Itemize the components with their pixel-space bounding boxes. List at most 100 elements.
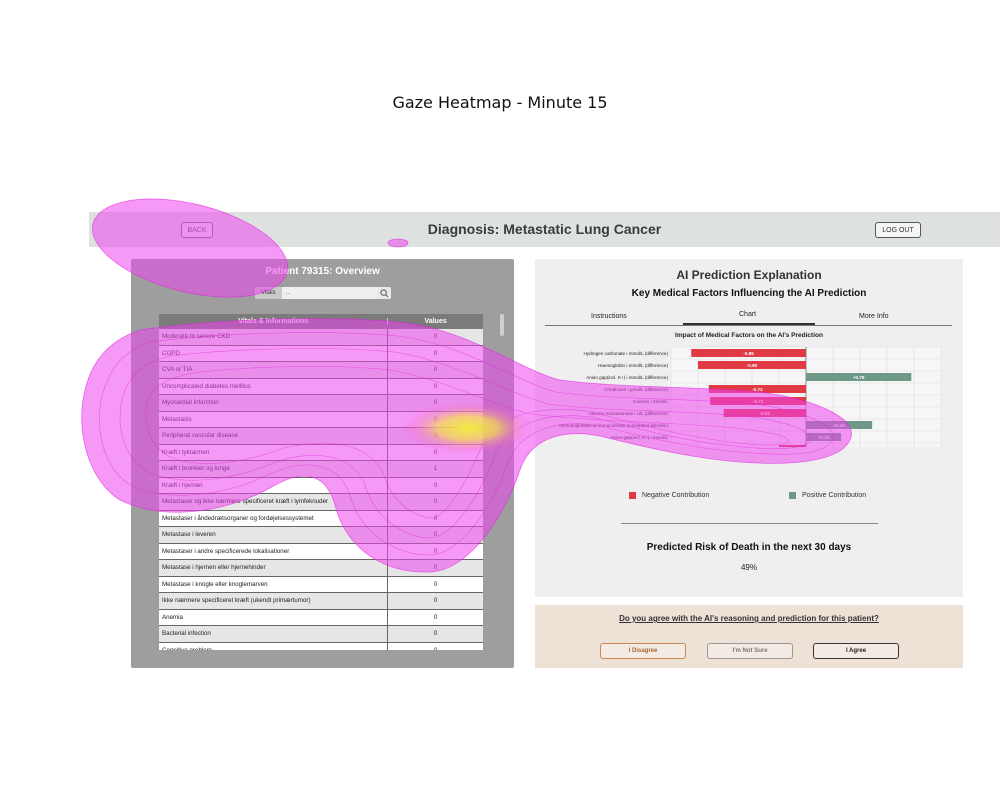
legend-label-positive: Positive Contribution [802,492,867,499]
header-bar: BACK Diagnosis: Metastatic Lung Cancer L… [89,212,1000,247]
agree-button[interactable]: I Agree [813,643,899,659]
row-value: 0 [433,366,438,374]
ai-panel-title: AI Prediction Explanation [676,268,822,282]
row-value: 0 [433,630,438,638]
row-value: 0 [433,432,438,440]
app-screenshot: BACK Diagnosis: Metastatic Lung Cancer L… [89,212,1000,672]
vitals-label[interactable]: Vitals [255,287,282,299]
row-value: 0 [433,399,438,407]
row-label: Peripheral vascular disease [159,428,389,444]
table-row: Anemia 0 [159,609,483,626]
row-label: Metastase i knogle eller knoglemarven [159,576,389,592]
row-value: 0 [433,564,438,572]
ai-tabs: Instructions Chart More Info [545,310,952,326]
bar-value-label: +0.49 [833,423,845,428]
table-row: Bacterial infection 0 [159,626,483,643]
table-row: Myocardial infarction 0 [159,395,483,412]
table-row: Metastase i knogle eller knoglemarven 0 [159,576,483,593]
patient-title: Patient 79315: Overview [265,266,380,277]
bar-value-label: +0.78 [853,375,865,380]
y-category-label: Anion gap(incl. K+) i mmol/L (difference… [586,375,668,380]
row-value: 0 [388,647,483,650]
not-sure-button[interactable]: I'm Not Sure [707,643,793,659]
table-row: Peripheral vascular disease 0 [159,428,483,445]
search-icon[interactable] [377,287,391,299]
tab-more-info[interactable]: More Info [859,313,889,320]
row-label: COPD [159,345,389,361]
y-category-label: Calcium i mmol/L [633,399,669,404]
table-row: Uncomplicated diabetes mellitus 0 [159,378,483,395]
row-value: 0 [433,333,438,341]
table-body: Moderate to severe CKD 0 COPD 0 CVA or TIA 0 U… [159,329,483,650]
table-row: CVA or TIA 0 [159,362,483,379]
table-scrollbar[interactable] [500,314,504,336]
factor-impact-chart: Impact of Medical Factors on the AI's Pr… [559,332,942,447]
vitals-table: Vitals & Informations Values Moderate to… [159,314,483,650]
legend-swatch-negative [629,492,636,499]
row-label: Metastasis [159,411,389,427]
row-value: 1 [433,465,438,473]
row-value: 0 [433,349,438,357]
tab-chart[interactable]: Chart [739,311,756,318]
row-label: Metastaser i andre specificerede lokalis… [159,543,389,559]
table-row: Metastase i hjernen eller hjernehinder 0 [159,560,483,577]
active-tab-indicator [683,323,815,325]
row-label: Myocardial infarction [159,395,389,411]
page-title: Diagnosis: Metastatic Lung Cancer [427,221,662,237]
legend-label-negative: Negative Contribution [642,492,710,499]
agreement-question[interactable]: Do you agree with the AI's reasoning and… [535,614,963,623]
table-row: Metastaser i åndedrætsorganer og fordøje… [159,510,483,527]
y-category-label: Hydrogen carbonate i mmol/L (difference) [583,351,668,356]
disagree-button[interactable]: I Disagree [600,643,686,659]
row-label: Kræft i bronkier og lunge [159,461,389,477]
search-input[interactable] [281,287,377,299]
table-row: Metastase i leveren 0 [159,527,483,544]
table-row: Moderate to severe CKD 0 [159,329,483,346]
row-label: Metastase i leveren [159,527,389,543]
logout-button[interactable]: LOG OUT [875,222,921,238]
row-value: 0 [433,448,438,456]
risk-value: 49% [740,563,757,572]
bar-value-label: +0.26 [818,435,830,440]
table-row: Metastaser og ikke nærmere specificeret … [159,494,483,511]
row-label: Kræft i tyktarmen [159,444,389,460]
row-value: 0 [433,382,438,390]
table-row: Kræft i bronkier og lunge 1 [159,461,483,478]
bar-value-label: -0.72 [752,387,763,392]
ai-explanation-panel: AI Prediction Explanation Key Medical Fa… [535,259,963,597]
row-value: 0 [433,531,438,539]
row-value: 0 [433,580,438,588]
table-row: COPD 0 [159,345,483,362]
risk-title: Predicted Risk of Death in the next 30 d… [646,542,852,553]
row-label: Kræft i hjernen [159,477,389,493]
row-value: 0 [433,481,438,489]
table-header: Vitals & Informations Values [159,314,483,329]
bar-value-label: -0.71 [753,399,764,404]
figure-title: Gaze Heatmap - Minute 15 [392,93,608,112]
row-label: Metastase i hjernen eller hjernehinder [159,560,389,576]
y-category-label: Alanine transaminase i U/L (difference) [589,411,669,416]
table-row: Ikke nærmere specificeret kræft (ukendt … [159,593,483,610]
row-label: Ikke nærmere specificeret kræft (ukendt … [159,593,389,609]
ai-panel-subtitle: Key Medical Factors Influencing the AI P… [631,288,867,299]
bar-value-label: -0.80 [747,363,758,368]
row-label: Metastaser og ikke nærmere specificeret … [159,494,389,510]
row-label: Moderate to severe CKD [159,329,389,345]
legend-negative: Negative Contribution [629,492,709,499]
row-label: Uncomplicated diabetes mellitus [159,378,389,394]
bar-value-label: -0.61 [760,411,771,416]
row-label: CVA or TIA [159,362,389,378]
row-value: 0 [433,415,438,423]
row-label: Anemia [159,609,389,625]
table-row: Kræft i hjernen 0 [159,477,483,494]
table-row: Cognitive problem0 [159,642,483,650]
column-header-values: Values [424,318,447,325]
tab-instructions[interactable]: Instructions [591,313,627,320]
row-value: 0 [433,597,438,605]
patient-overview-panel: Patient 79315: Overview Vitals Vitals & … [131,259,514,668]
y-category-label: Creatinium i µmol/L (difference) [604,387,668,392]
y-category-label: Anion gap(incl. K+) i mmol/L [610,435,668,440]
bar-value-label: -0.85 [743,351,754,356]
row-value: 0 [433,547,438,555]
legend-swatch-positive [789,492,796,499]
